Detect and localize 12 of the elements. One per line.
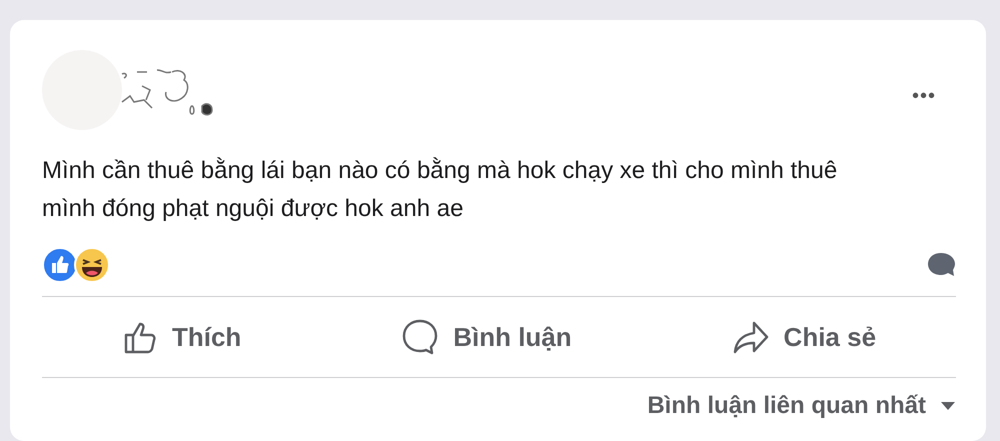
comment-icon [926, 251, 956, 279]
share-arrow-icon [732, 319, 770, 355]
caret-icon [940, 401, 956, 411]
laughing-reaction-icon [74, 247, 110, 283]
like-button[interactable]: Thích [122, 318, 242, 356]
like-reaction-icon [42, 247, 78, 283]
comment-bubble-icon [401, 318, 440, 356]
comment-sort-dropdown[interactable]: Bình luận liên quan nhất [647, 388, 956, 424]
post-text: Mình cần thuê bằng lái bạn nào có bằng mà hok chạy xe thì cho mình thuê mình đóng phạt nguội được hok anh ae [42, 156, 838, 224]
more-options-button[interactable]: ••• [912, 86, 936, 106]
share-button[interactable]: Chia sẻ [732, 318, 876, 356]
comment-button[interactable]: Bình luận [401, 318, 572, 356]
